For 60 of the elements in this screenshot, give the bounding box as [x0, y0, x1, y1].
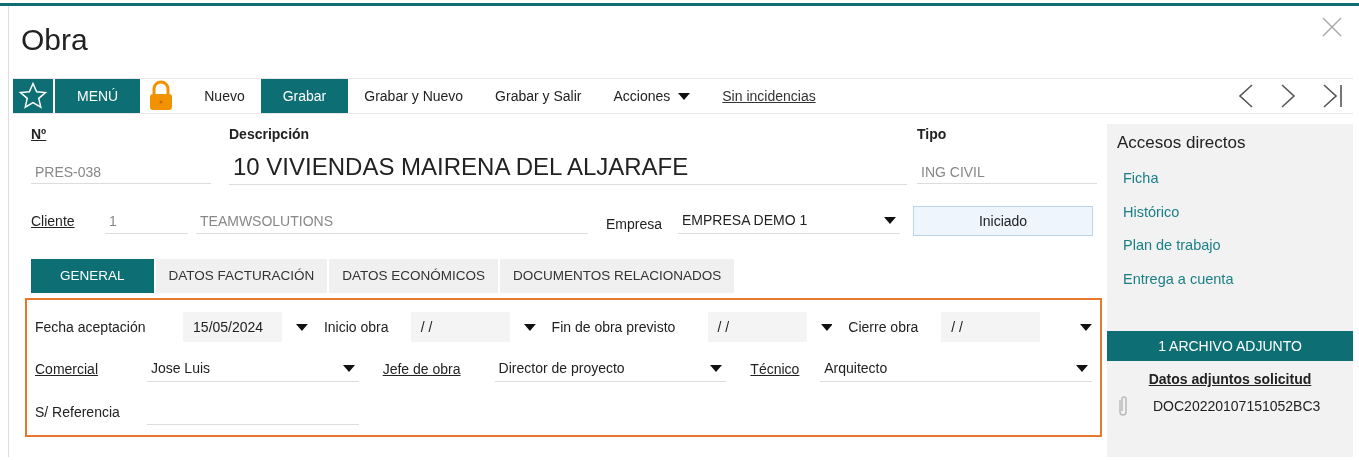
tab[interactable]: GENERAL — [31, 259, 154, 293]
field-link[interactable]: Jefe de obra — [382, 358, 461, 380]
field-link[interactable]: Técnico — [750, 358, 800, 380]
select-field[interactable]: Director de proyecto — [494, 356, 727, 382]
date-field[interactable]: 15/05/2024 — [183, 312, 283, 342]
attachments-title: Datos adjuntos solicitud — [1148, 371, 1312, 387]
caret-icon[interactable] — [820, 323, 833, 331]
field-label: Fin de obra previsto — [551, 317, 677, 337]
tab[interactable]: DATOS FACTURACIÓN — [155, 259, 328, 293]
status-badge: Iniciado — [913, 206, 1094, 236]
section-title: Accesos directos — [1116, 132, 1247, 154]
tab[interactable]: DATOS ECONÓMICOS — [329, 259, 499, 293]
window-title: Obra — [20, 22, 88, 58]
select-field[interactable]: Arquitecto — [820, 356, 1092, 382]
caret-icon[interactable] — [884, 217, 897, 224]
caret-icon[interactable] — [710, 365, 723, 372]
previous-icon[interactable] — [1237, 83, 1255, 109]
last-icon[interactable] — [1321, 83, 1343, 109]
field-label: Tipo — [917, 125, 947, 144]
text-field[interactable]: 10 VIVIENDAS MAIRENA DEL ALJARAFE — [229, 149, 907, 185]
code-field[interactable]: 1 — [105, 208, 188, 234]
paperclip-icon — [1117, 394, 1129, 418]
field-label: Fecha aceptación — [35, 317, 147, 337]
field-link[interactable]: Nº — [31, 124, 47, 145]
attachments-header: 1 ARCHIVO ADJUNTO — [1107, 331, 1353, 361]
name-field[interactable]: TEAMWSOLUTIONS — [196, 208, 588, 234]
shortcut-link[interactable]: Plan de trabajo — [1107, 229, 1353, 263]
field-link[interactable]: Comercial — [35, 358, 98, 380]
caret-icon[interactable] — [1076, 365, 1088, 372]
company-select[interactable]: EMPRESA DEMO 1 — [678, 208, 901, 234]
field-label: S/ Referencia — [35, 403, 120, 420]
text-field[interactable]: PRES-038 — [31, 161, 211, 184]
caret-icon[interactable] — [1080, 323, 1092, 331]
shortcut-link[interactable]: Entrega a cuenta — [1107, 262, 1353, 296]
caret-icon[interactable] — [523, 323, 536, 331]
caret-icon[interactable] — [678, 92, 691, 100]
field-label: Empresa — [606, 214, 663, 234]
select-field[interactable]: Jose Luis — [146, 356, 359, 382]
incidents-link[interactable]: Sin incidencias — [706, 79, 832, 113]
date-field[interactable]: / / — [707, 312, 807, 342]
field-label: Cierre obra — [848, 317, 920, 337]
toolbar-button[interactable]: Grabar y Nuevo — [348, 79, 480, 113]
shortcut-link[interactable]: Histórico — [1107, 195, 1353, 229]
field-link[interactable]: Cliente — [31, 210, 105, 232]
field-label: Inicio obra — [323, 317, 390, 337]
caret-icon[interactable] — [296, 323, 308, 331]
actions-dropdown[interactable]: Acciones — [597, 79, 707, 113]
date-field[interactable]: / / — [410, 312, 510, 342]
save-button[interactable]: Grabar — [260, 79, 349, 113]
text-field[interactable]: ING CIVIL — [917, 161, 1097, 184]
caret-icon[interactable] — [342, 365, 355, 372]
date-field[interactable]: / / — [941, 312, 1041, 342]
toolbar-button[interactable]: Nuevo — [188, 79, 261, 113]
field-label: Descripción — [229, 125, 310, 144]
attachment-file[interactable]: DOC20220107151052BC3 — [1153, 395, 1321, 417]
next-icon[interactable] — [1279, 83, 1297, 109]
tab[interactable]: DOCUMENTOS RELACIONADOS — [500, 259, 735, 293]
toolbar-button[interactable]: Grabar y Salir — [479, 79, 598, 113]
shortcut-link[interactable]: Ficha — [1107, 162, 1353, 196]
menu-button[interactable]: MENÚ — [55, 79, 141, 113]
